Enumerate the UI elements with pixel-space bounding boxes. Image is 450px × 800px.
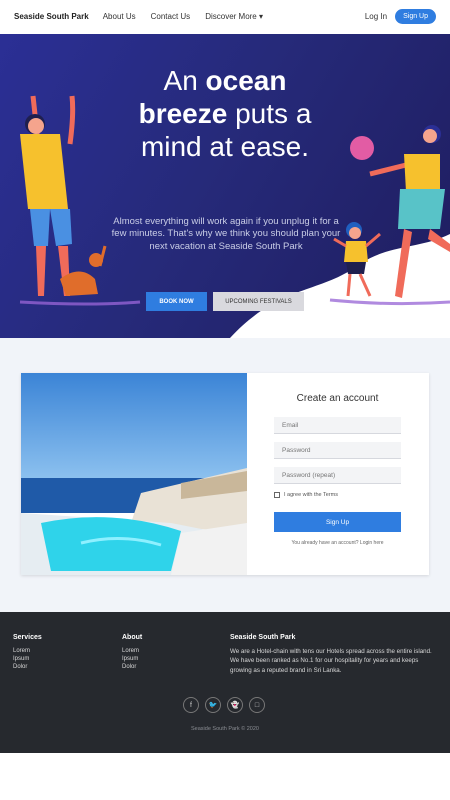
footer-services-title: Services [13,634,42,641]
footer-about: About Lorem Ipsum Dolor [122,634,142,671]
nav-dropdown-discover[interactable]: Discover More ▾ [205,12,263,21]
nav-link-contact[interactable]: Contact Us [151,12,191,21]
brand-logo[interactable]: Seaside South Park [14,12,89,21]
login-link[interactable]: Log In [365,12,387,21]
email-field[interactable] [274,417,401,434]
footer-park-text: We are a Hotel-chain with tens our Hotel… [230,648,432,674]
upcoming-festivals-button[interactable]: UPCOMING FESTIVALS [213,292,304,311]
signup-card: Create an account I agree with the Terms… [21,373,429,575]
signup-button[interactable]: Sign Up [274,512,401,532]
signup-section: Create an account I agree with the Terms… [0,338,450,612]
instagram-icon[interactable]: □ [249,697,265,713]
footer-about-item[interactable]: Lorem [122,647,142,655]
copyright-text: Seaside South Park © 2020 [191,726,259,732]
signup-form: Create an account I agree with the Terms… [274,373,401,546]
footer-services-item[interactable]: Dolor [13,663,42,671]
snapchat-icon[interactable]: 👻 [227,697,243,713]
nav-actions: Log In Sign Up [365,8,436,24]
terms-label: I agree with the Terms [284,492,339,498]
facebook-icon[interactable]: f [183,697,199,713]
hero-subtitle: Almost everything will work again if you… [111,216,341,252]
footer-services: Services Lorem Ipsum Dolor [13,634,42,671]
footer: Services Lorem Ipsum Dolor About Lorem I… [0,612,450,753]
social-links: f 🐦 👻 □ [180,697,268,713]
footer-about-item[interactable]: Ipsum [122,655,142,663]
footer-services-item[interactable]: Lorem [13,647,42,655]
twitter-icon[interactable]: 🐦 [205,697,221,713]
footer-about-title: About [122,634,143,641]
man-illustration [20,95,107,296]
nav-link-about[interactable]: About Us [103,12,136,21]
form-title: Create an account [296,393,379,404]
password-repeat-field[interactable] [274,467,401,484]
login-here-link[interactable]: You already have an account? Login here [274,540,401,546]
password-field[interactable] [274,442,401,459]
footer-about-item[interactable]: Dolor [122,663,142,671]
signup-nav-button[interactable]: Sign Up [395,8,436,24]
footer-park: Seaside South Park We are a Hotel-chain … [230,634,435,675]
footer-services-item[interactable]: Ipsum [13,655,42,663]
terms-row: I agree with the Terms [274,492,401,498]
navbar: Seaside South Park About Us Contact Us D… [0,0,450,32]
resort-photo [21,373,247,575]
hero-headline: An ocean breeze puts a mind at ease. [138,65,312,163]
hero-section: An ocean breeze puts a mind at ease. Alm… [0,34,450,338]
footer-park-title: Seaside South Park [230,634,296,641]
book-now-button[interactable]: BOOK NOW [146,292,207,311]
terms-checkbox[interactable] [274,492,280,498]
